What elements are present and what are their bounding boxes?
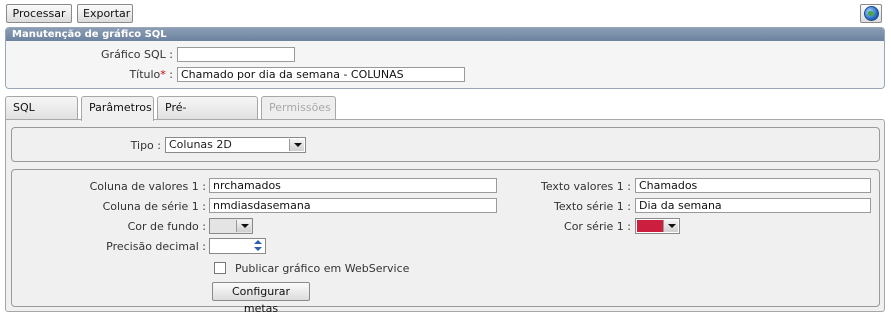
cor-serie-swatch [637,220,663,232]
cor-serie-label: Cor série 1 : [564,220,631,233]
coluna-serie-input[interactable]: nmdiasdasemana [209,198,497,213]
process-button[interactable]: Processar [6,4,72,23]
spinner-arrows-icon[interactable] [252,240,264,252]
titulo-label: Título* : [60,68,173,81]
tipo-label: Tipo : [130,139,161,152]
globe-help-icon [864,6,879,21]
coluna-valores-label: Coluna de valores 1 : [89,180,206,193]
tab-permissoes: Permissões [261,96,336,120]
texto-valores-label: Texto valores 1 : [541,180,631,193]
tipo-selected-value: Colunas 2D [169,138,232,151]
precisao-label: Precisão decimal : [106,240,206,253]
texto-serie-input[interactable]: Dia da semana [635,198,871,213]
panel-title: Manutenção de gráfico SQL [6,28,884,41]
tab-sql-query[interactable]: SQL Query [5,96,78,136]
tab-pre-visualizacao[interactable]: Pré-visualização [157,96,258,136]
precisao-spinner[interactable] [209,238,266,254]
cor-fundo-picker[interactable] [209,218,253,234]
titulo-label-colon: : [165,68,173,81]
tab-parametros[interactable]: Parâmetros [81,96,154,121]
help-button[interactable] [860,4,882,23]
chevron-down-icon [236,220,251,232]
texto-valores-input[interactable]: Chamados [635,178,871,193]
publicar-checkbox[interactable] [214,262,226,274]
coluna-valores-input[interactable]: nrchamados [209,178,497,193]
titulo-input[interactable]: Chamado por dia da semana - COLUNAS [177,67,465,82]
configurar-metas-button[interactable]: Configurar metas [212,282,310,315]
grafico-sql-label: Gráfico SQL : [101,48,173,61]
coluna-serie-label: Coluna de série 1 : [102,200,206,213]
publicar-label: Publicar gráfico em WebService [235,262,410,275]
texto-serie-label: Texto série 1 : [553,200,631,213]
export-button[interactable]: Exportar [77,4,133,23]
tipo-select[interactable]: Colunas 2D [165,137,306,153]
cor-serie-picker[interactable] [635,218,680,234]
grafico-sql-input[interactable] [177,47,295,62]
chevron-down-icon [289,139,304,151]
cor-fundo-label: Cor de fundo : [127,220,206,233]
titulo-label-text: Título [129,68,161,81]
chevron-down-icon [663,220,678,232]
